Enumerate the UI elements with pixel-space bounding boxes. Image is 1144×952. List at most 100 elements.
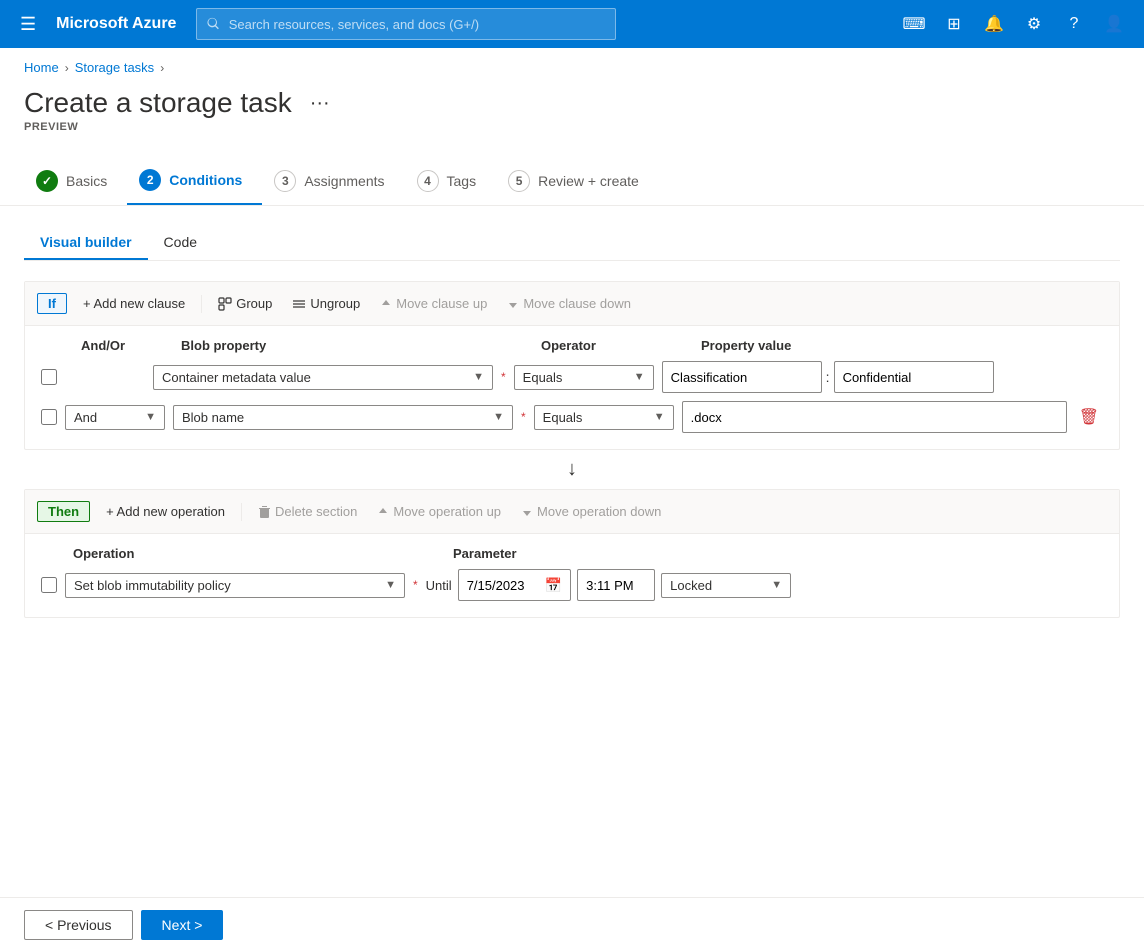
operation-select-1[interactable]: Set blob immutability policy ▼ — [65, 573, 405, 598]
ungroup-button[interactable]: Ungroup — [284, 292, 368, 315]
group-icon — [218, 297, 232, 311]
colon-separator-1: : — [822, 369, 834, 385]
help-icon[interactable]: ? — [1056, 6, 1092, 42]
step-badge-basics: ✓ — [36, 170, 58, 192]
toolbar-sep-1 — [201, 295, 202, 313]
step-badge-assignments: 3 — [274, 170, 296, 192]
search-icon — [207, 17, 220, 31]
date-input-wrap[interactable]: 📅 — [458, 569, 571, 601]
previous-button[interactable]: < Previous — [24, 910, 133, 940]
home-link[interactable]: Home — [24, 60, 59, 75]
until-label: Until — [426, 578, 452, 593]
step-badge-conditions: 2 — [139, 169, 161, 191]
then-toolbar-sep-1 — [241, 503, 242, 521]
delete-row-2-button[interactable]: 🗑 — [1075, 403, 1103, 431]
wizard-step-basics[interactable]: ✓ Basics — [24, 158, 127, 204]
parameter-group-1: Until 📅 Locked ▼ — [426, 569, 1103, 601]
hamburger-icon[interactable]: ☰ — [12, 6, 44, 43]
col-header-propval: Property value — [701, 338, 1103, 353]
storage-tasks-link[interactable]: Storage tasks — [75, 60, 155, 75]
time-input-wrap[interactable] — [577, 569, 655, 601]
clause-checkbox-1[interactable] — [41, 369, 57, 385]
arrow-up-icon — [380, 298, 392, 310]
arrow-up-op-icon — [377, 506, 389, 518]
dashboard-icon[interactable]: ⊞ — [936, 6, 972, 42]
calendar-icon[interactable]: 📅 — [545, 577, 562, 594]
breadcrumb-sep-2: › — [160, 61, 164, 75]
then-col-headers: Operation Parameter — [41, 546, 1103, 561]
col-header-parameter: Parameter — [453, 546, 1103, 561]
trash-icon — [258, 505, 271, 518]
step-label-basics: Basics — [66, 173, 107, 189]
if-col-headers: And/Or Blob property Operator Property v… — [41, 338, 1103, 353]
step-label-assignments: Assignments — [304, 173, 384, 189]
if-badge: If — [37, 293, 67, 314]
page-header: Create a storage task ··· — [0, 79, 1144, 119]
then-badge: Then — [37, 501, 90, 522]
step-label-conditions: Conditions — [169, 172, 242, 188]
operation-required-star-1: * — [413, 578, 418, 592]
tab-code[interactable]: Code — [148, 226, 213, 260]
main-container: Home › Storage tasks › Create a storage … — [0, 48, 1144, 952]
col-header-operator: Operator — [541, 338, 701, 353]
settings-icon[interactable]: ⚙ — [1016, 6, 1052, 42]
delete-section-button[interactable]: Delete section — [250, 500, 365, 523]
search-input[interactable] — [229, 17, 606, 32]
blob-property-select-1[interactable]: Container metadata value ▼ — [153, 365, 493, 390]
step-badge-review: 5 — [508, 170, 530, 192]
move-operation-down-button[interactable]: Move operation down — [513, 500, 669, 523]
move-clause-up-button[interactable]: Move clause up — [372, 292, 495, 315]
required-star-1: * — [501, 370, 506, 384]
operator-select-1[interactable]: Equals ▼ — [514, 365, 654, 390]
prop-value-input-1b[interactable] — [834, 361, 994, 393]
top-navigation: ☰ Microsoft Azure ⌨ ⊞ 🔔 ⚙ ? 👤 — [0, 0, 1144, 48]
arrow-connector: ↓ — [24, 450, 1120, 489]
page-title: Create a storage task — [24, 87, 292, 119]
move-operation-up-button[interactable]: Move operation up — [369, 500, 509, 523]
tab-visual-builder[interactable]: Visual builder — [24, 226, 148, 260]
col-header-blobprop: Blob property — [181, 338, 541, 353]
step-badge-tags: 4 — [417, 170, 439, 192]
search-bar[interactable] — [196, 8, 616, 40]
prop-value-group-1: : — [662, 361, 1103, 393]
locked-select[interactable]: Locked ▼ — [661, 573, 791, 598]
more-options-button[interactable]: ··· — [304, 90, 336, 117]
wizard-step-review[interactable]: 5 Review + create — [496, 158, 659, 204]
add-clause-button[interactable]: + Add new clause — [75, 292, 193, 315]
then-table-area: Operation Parameter Set blob immutabilit… — [25, 534, 1119, 617]
wizard-step-conditions[interactable]: 2 Conditions — [127, 157, 262, 205]
page-preview-label: PREVIEW — [0, 119, 1144, 149]
operator-select-2[interactable]: Equals ▼ — [534, 405, 674, 430]
bell-icon[interactable]: 🔔 — [976, 6, 1012, 42]
prop-value-input-2[interactable] — [682, 401, 1067, 433]
clause-row-1: Container metadata value ▼ * Equals ▼ : — [41, 361, 1103, 393]
wizard-steps: ✓ Basics 2 Conditions 3 Assignments 4 Ta… — [0, 149, 1144, 206]
then-toolbar: Then + Add new operation Delete section … — [25, 490, 1119, 534]
required-star-2: * — [521, 410, 526, 424]
terminal-icon[interactable]: ⌨ — [896, 6, 932, 42]
add-operation-button[interactable]: + Add new operation — [98, 500, 233, 523]
prop-value-group-2 — [682, 401, 1067, 433]
wizard-step-assignments[interactable]: 3 Assignments — [262, 158, 404, 204]
andor-select-2[interactable]: And ▼ — [65, 405, 165, 430]
prop-value-input-1a[interactable] — [662, 361, 822, 393]
blob-property-select-2[interactable]: Blob name ▼ — [173, 405, 513, 430]
next-button[interactable]: Next > — [141, 910, 224, 940]
sub-tabs: Visual builder Code — [24, 226, 1120, 261]
step-label-tags: Tags — [447, 173, 477, 189]
if-table-area: And/Or Blob property Operator Property v… — [25, 326, 1119, 449]
time-input[interactable] — [586, 578, 646, 593]
wizard-step-tags[interactable]: 4 Tags — [405, 158, 497, 204]
group-button[interactable]: Group — [210, 292, 280, 315]
col-header-operation: Operation — [73, 546, 453, 561]
account-icon[interactable]: 👤 — [1096, 6, 1132, 42]
step-label-review: Review + create — [538, 173, 639, 189]
date-input[interactable] — [467, 578, 539, 593]
breadcrumb-sep-1: › — [65, 61, 69, 75]
nav-icons: ⌨ ⊞ 🔔 ⚙ ? 👤 — [896, 6, 1132, 42]
move-clause-down-button[interactable]: Move clause down — [499, 292, 639, 315]
operation-checkbox-1[interactable] — [41, 577, 57, 593]
brand-name: Microsoft Azure — [56, 15, 176, 33]
clause-checkbox-2[interactable] — [41, 409, 57, 425]
operation-row-1: Set blob immutability policy ▼ * Until 📅 — [41, 569, 1103, 601]
